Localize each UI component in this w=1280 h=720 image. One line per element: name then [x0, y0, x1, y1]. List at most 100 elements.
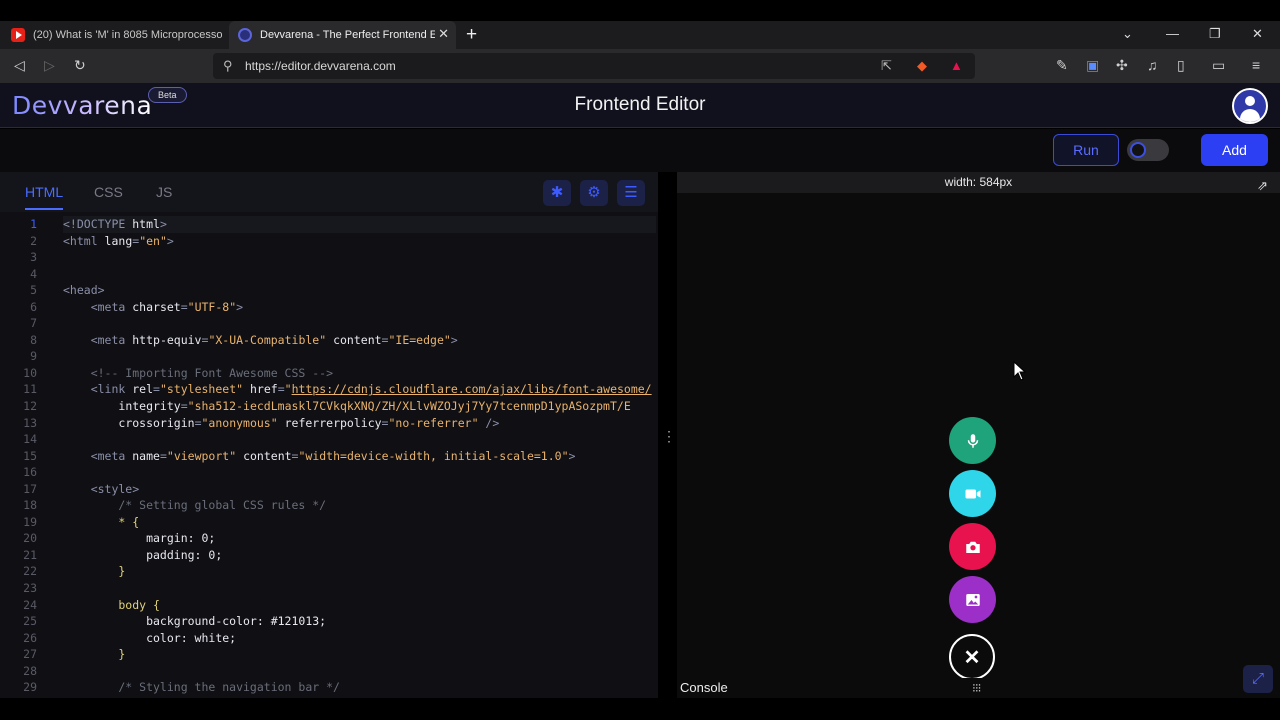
- extension-icon[interactable]: ▣: [1086, 57, 1099, 74]
- line-number: 12: [23, 399, 37, 414]
- puzzle-icon[interactable]: ✣: [1116, 57, 1128, 74]
- code-token: =: [180, 399, 188, 414]
- code-token: "anonymous": [201, 415, 278, 430]
- code-token: href: [250, 382, 278, 397]
- code-line[interactable]: 7: [0, 315, 656, 332]
- tab-js[interactable]: JS: [156, 184, 172, 200]
- fab-close-button[interactable]: ✕: [949, 634, 995, 680]
- code-text: margin: 0;: [63, 530, 215, 547]
- code-token: "viewport": [166, 448, 237, 463]
- code-token: "X-UA-Compatible": [208, 332, 327, 347]
- open-external-icon[interactable]: ⇗: [1257, 175, 1268, 196]
- code-line[interactable]: 21 padding: 0;: [0, 547, 656, 564]
- code-line[interactable]: 11 <link rel="stylesheet" href="https://…: [0, 381, 656, 398]
- line-number: 19: [23, 514, 37, 529]
- address-bar-row: ◁ ▷ ↻ ⚲ https://editor.devvarena.com ⇱ ◆…: [0, 49, 1280, 83]
- fullscreen-icon[interactable]: ⤢: [1243, 665, 1273, 693]
- code-text: color: white;: [63, 630, 236, 647]
- code-line[interactable]: 13 crossorigin="anonymous" referrerpolic…: [0, 415, 656, 432]
- auto-run-toggle[interactable]: [1127, 139, 1169, 161]
- code-token: "sha512-iecdLmaskl7CVkqkXNQ/ZH/XLlvWZOJy…: [187, 399, 631, 414]
- url-field[interactable]: ⚲ https://editor.devvarena.com ⇱ ◆ ▲: [213, 53, 975, 79]
- code-line[interactable]: 18 /* Setting global CSS rules */: [0, 497, 656, 514]
- code-text: <style>: [63, 481, 139, 498]
- new-tab-plus-icon[interactable]: +: [466, 24, 477, 46]
- code-token: color: white;: [63, 630, 237, 645]
- window-close-icon[interactable]: ✕: [1252, 26, 1263, 42]
- run-button[interactable]: Run: [1053, 134, 1119, 166]
- line-number: 22: [23, 564, 37, 579]
- code-line[interactable]: 28: [0, 663, 656, 680]
- code-line[interactable]: 3: [0, 249, 656, 266]
- restore-icon[interactable]: ❐: [1209, 26, 1221, 42]
- line-number: 11: [23, 382, 37, 397]
- code-line[interactable]: 20 margin: 0;: [0, 530, 656, 547]
- sidebar-icon[interactable]: ▯: [1177, 57, 1185, 74]
- code-text: integrity="sha512-iecdLmaskl7CVkqkXNQ/ZH…: [63, 398, 631, 415]
- code-token: /* Setting global CSS rules */: [63, 498, 327, 513]
- code-line[interactable]: 15 <meta name="viewport" content="width=…: [0, 448, 656, 465]
- code-line[interactable]: 19 * {: [0, 514, 656, 531]
- asterisk-icon[interactable]: ✱: [543, 180, 571, 206]
- tab-html[interactable]: HTML: [25, 184, 64, 210]
- code-line[interactable]: 26 color: white;: [0, 630, 656, 647]
- browser-tab-youtube[interactable]: (20) What is 'M' in 8085 Microprocessor: [0, 21, 228, 49]
- fab-video-button[interactable]: [949, 470, 996, 517]
- browser-tab-devvarena[interactable]: Devvarena - The Perfect Frontend Editor …: [229, 21, 456, 49]
- code-line[interactable]: 22 }: [0, 563, 656, 580]
- brave-shield-icon[interactable]: ◆: [917, 58, 927, 74]
- code-line[interactable]: 16: [0, 464, 656, 481]
- code-line[interactable]: 1 <!DOCTYPE html>: [0, 216, 656, 233]
- code-line[interactable]: 8 <meta http-equiv="X-UA-Compatible" con…: [0, 332, 656, 349]
- code-line[interactable]: 25 background-color: #121013;: [0, 613, 656, 630]
- fab-microphone-button[interactable]: [949, 417, 996, 464]
- line-number: 2: [30, 233, 37, 248]
- tab-close-icon[interactable]: ✕: [438, 26, 449, 42]
- brave-rewards-icon[interactable]: ▲: [950, 58, 963, 73]
- forward-icon[interactable]: ▷: [44, 57, 55, 74]
- console-resize-grip-icon[interactable]: ⁝⁝⁝: [972, 681, 982, 695]
- code-line[interactable]: 12 integrity="sha512-iecdLmaskl7CVkqkXNQ…: [0, 398, 656, 415]
- pen-icon[interactable]: ✎: [1056, 57, 1068, 74]
- code-line[interactable]: 24 body {: [0, 597, 656, 614]
- code-area[interactable]: 1 <!DOCTYPE html> 2 <html lang="en"> 3 4 5 <hea…: [0, 216, 656, 698]
- code-token: body {: [63, 597, 160, 612]
- music-icon[interactable]: ♫: [1147, 57, 1158, 73]
- code-line[interactable]: 10 <!-- Importing Font Awesome CSS -->: [0, 365, 656, 382]
- code-line[interactable]: 17 <style>: [0, 481, 656, 498]
- reload-icon[interactable]: ↻: [74, 57, 86, 74]
- add-button[interactable]: Add: [1201, 134, 1268, 166]
- code-line[interactable]: 9: [0, 348, 656, 365]
- console-bar[interactable]: Console ⁝⁝⁝: [677, 678, 1280, 698]
- back-icon[interactable]: ◁: [14, 57, 25, 74]
- line-number: 7: [30, 316, 37, 331]
- share-icon[interactable]: ⇱: [881, 58, 892, 74]
- code-token: =: [159, 448, 167, 463]
- fab-image-button[interactable]: [949, 576, 996, 623]
- code-line[interactable]: 29 /* Styling the navigation bar */: [0, 679, 656, 696]
- menu-icon[interactable]: ≡: [1252, 57, 1260, 73]
- code-line[interactable]: 14: [0, 431, 656, 448]
- fab-camera-button[interactable]: [949, 523, 996, 570]
- tab-search-chevron-icon[interactable]: ⌄: [1122, 26, 1133, 42]
- wallet-icon[interactable]: ▭: [1212, 57, 1225, 74]
- code-line[interactable]: 6 <meta charset="UTF-8">: [0, 299, 656, 316]
- site-settings-icon[interactable]: ⚲: [223, 58, 233, 74]
- code-line[interactable]: 2 <html lang="en">: [0, 233, 656, 250]
- code-text: <meta http-equiv="X-UA-Compatible" conte…: [63, 332, 458, 349]
- code-token: }: [63, 647, 126, 662]
- format-lines-icon[interactable]: ☰: [617, 180, 645, 206]
- code-line[interactable]: 27 }: [0, 646, 656, 663]
- preview-panel: width: 584px ⇗ ✕: [677, 172, 1280, 680]
- user-avatar-icon[interactable]: [1232, 88, 1268, 124]
- code-text: }: [63, 646, 125, 663]
- code-token: <html: [63, 233, 105, 248]
- code-token: >: [568, 448, 576, 463]
- code-line[interactable]: 23: [0, 580, 656, 597]
- minimize-icon[interactable]: —: [1166, 26, 1179, 41]
- settings-gear-icon[interactable]: ⚙: [580, 180, 608, 206]
- code-line[interactable]: 4: [0, 266, 656, 283]
- devvarena-favicon-icon: [238, 28, 252, 42]
- tab-css[interactable]: CSS: [94, 184, 123, 200]
- code-line[interactable]: 5 <head>: [0, 282, 656, 299]
